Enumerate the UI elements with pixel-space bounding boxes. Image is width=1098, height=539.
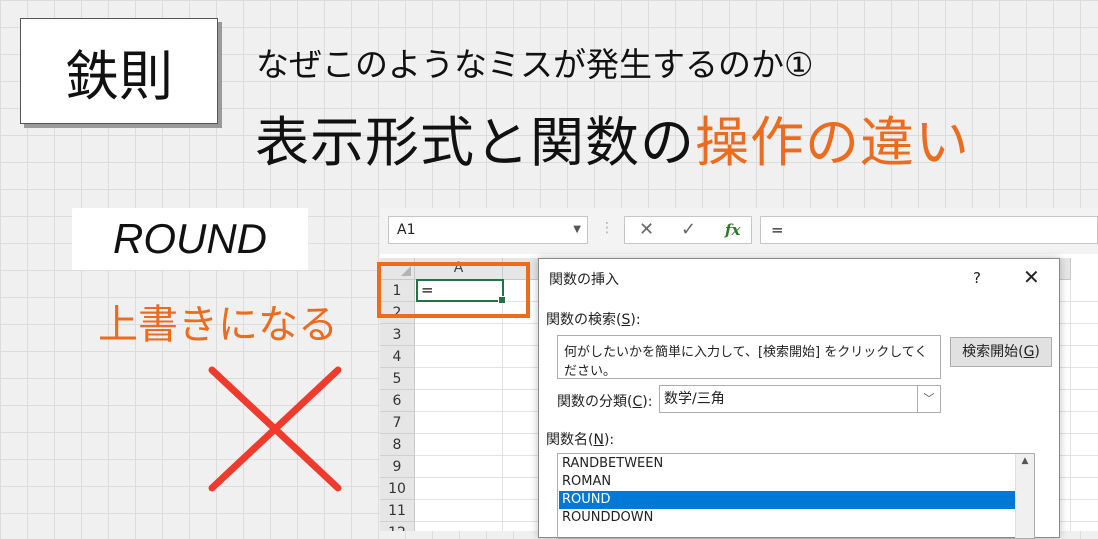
row-header-7[interactable]: 7 [380,412,415,434]
search-button-end: ) [1034,344,1040,360]
search-button-text: 検索開始( [962,344,1024,360]
row-header-9[interactable]: 9 [380,456,415,478]
function-name-text: ROUND [113,215,267,262]
name-box-value: A1 [397,222,416,238]
function-name-label-end: ): [603,432,615,448]
search-start-button[interactable]: 検索開始(G) [950,337,1052,367]
scroll-up-icon[interactable]: ▲ [1016,456,1034,466]
category-label-text: 関数の分類( [557,394,633,410]
cell-highlight-frame [377,262,530,318]
cancel-icon[interactable]: ✕ [639,219,654,240]
row-header-8[interactable]: 8 [380,434,415,456]
overwrite-note: 上書きになる [98,302,338,348]
row-header-5[interactable]: 5 [380,368,415,390]
formula-bar-splitter[interactable]: ⋮ [600,220,614,236]
slide-title: 表示形式と関数の操作の違い [255,98,970,177]
row-header-4[interactable]: 4 [380,346,415,368]
category-label-end: ): [642,394,653,410]
rule-badge-text: 鉄則 [65,44,173,108]
function-name-label-key: N [593,432,604,448]
function-list-item[interactable]: ROUND [559,491,1029,509]
function-name-label: ROUND [72,208,308,270]
function-list-item[interactable]: ROMAN [559,473,1029,491]
chevron-down-icon[interactable]: ▼ [573,217,581,243]
name-box[interactable]: A1 ▼ [388,216,588,244]
search-label: 関数の検索(S): [546,309,641,329]
category-label: 関数の分類(C): [557,391,652,411]
check-icon[interactable]: ✓ [681,219,696,240]
function-search-input[interactable]: 何がしたいかを簡単に入力して、[検索開始] をクリックしてください。 [557,335,941,379]
chevron-down-icon[interactable]: ﹀ [917,386,940,412]
function-name-list-label: 関数名(N): [546,429,614,449]
row-header-3[interactable]: 3 [380,324,415,346]
function-list-scrollbar[interactable]: ▲ [1015,454,1034,538]
rule-badge: 鉄則 [20,18,218,124]
formula-bar: A1 ▼ ⋮ ✕ ✓ fx = [380,208,1098,254]
row-header-6[interactable]: 6 [380,390,415,412]
category-label-key: C [632,394,643,410]
slide-title-highlight: 操作の違い [695,111,970,174]
dialog-title: 関数の挿入 [549,272,619,288]
insert-function-dialog: 関数の挿入 ? ✕ 関数の検索(S): 何がしたいかを簡単に入力して、[検索開始… [538,258,1060,539]
function-list-item[interactable]: RANDBETWEEN [559,455,1029,473]
category-select-value: 数学/三角 [664,391,725,407]
row-header-10[interactable]: 10 [380,478,415,500]
search-button-key: G [1023,344,1035,360]
formula-input[interactable]: = [760,216,1098,244]
category-select[interactable]: 数学/三角 ﹀ [659,385,941,413]
slide-title-main: 表示形式と関数の [255,111,695,174]
insert-function-icon[interactable]: fx [725,221,740,239]
function-name-label-text: 関数名( [546,432,594,448]
search-label-end: ): [630,312,641,328]
help-icon[interactable]: ? [973,269,981,287]
function-list-item[interactable]: ROUNDDOWN [559,509,1029,527]
formula-buttons: ✕ ✓ fx [624,216,752,244]
close-icon[interactable]: ✕ [1023,265,1040,289]
slide-subtitle: なぜこのようなミスが発生するのか① [256,45,814,84]
row-header-11[interactable]: 11 [380,500,415,522]
x-mark-icon [208,366,342,492]
search-label-text: 関数の検索( [546,312,622,328]
row-header-12[interactable]: 12 [380,522,415,531]
function-list[interactable]: RANDBETWEEN ROMAN ROUND ROUNDDOWN ▲ [557,453,1035,539]
